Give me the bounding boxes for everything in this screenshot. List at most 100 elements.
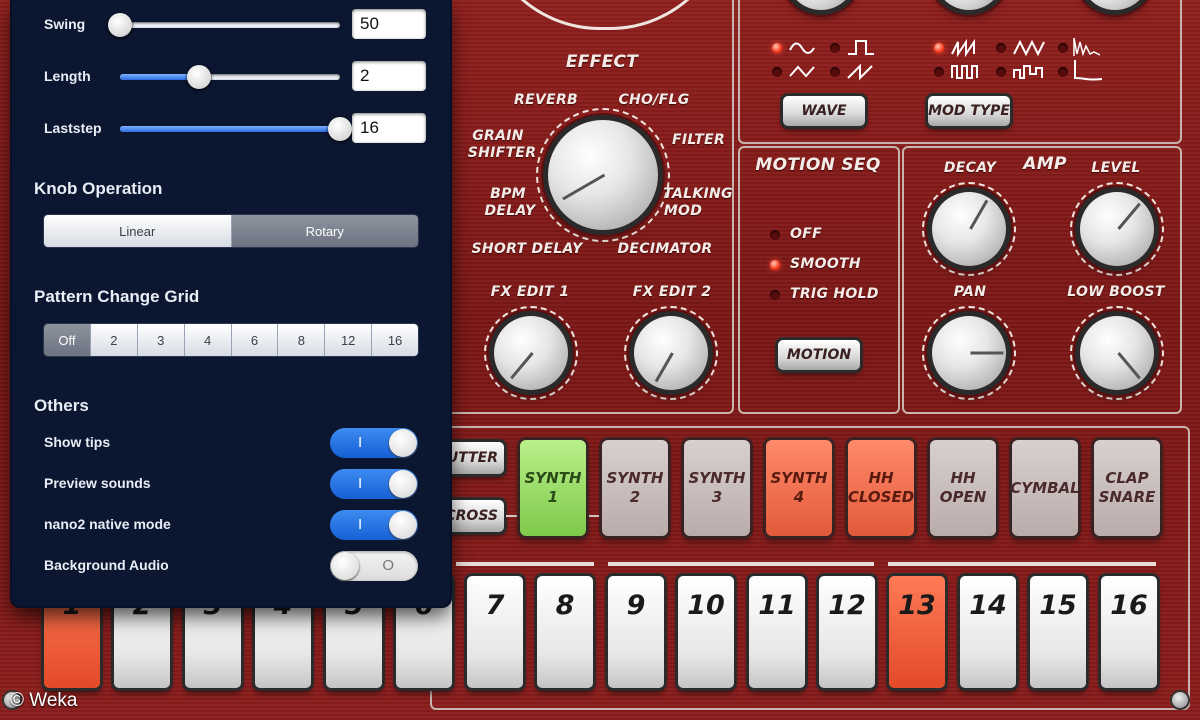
fx-edit-1-label: FX EDIT 1: [490, 284, 570, 300]
step-key-7[interactable]: 7: [467, 576, 523, 688]
stutter-button[interactable]: UTTER: [446, 442, 504, 474]
motion-led-trig-hold[interactable]: [770, 290, 780, 300]
step-key-12[interactable]: 12: [819, 576, 875, 688]
length-label: Length: [44, 68, 91, 84]
pattern-grid-12[interactable]: 12: [325, 324, 373, 356]
low-boost-label: LOW BOOST: [1067, 284, 1165, 300]
step-key-16[interactable]: 16: [1101, 576, 1157, 688]
effect-bpm-label-1[interactable]: BPM: [490, 186, 526, 202]
nano2-native-mode-toggle[interactable]: I: [330, 510, 418, 540]
pattern-change-grid-heading: Pattern Change Grid: [34, 287, 200, 306]
step-key-13[interactable]: 13: [889, 576, 945, 688]
swing-slider-thumb[interactable]: [108, 13, 132, 37]
motion-smooth-label[interactable]: SMOOTH: [790, 256, 861, 272]
laststep-value-field[interactable]: 16: [352, 113, 426, 143]
watermark: © Weka: [10, 690, 78, 711]
mod-led-4[interactable]: [934, 67, 944, 77]
step-key-8[interactable]: 8: [537, 576, 593, 688]
amp-title: AMP: [1023, 154, 1067, 174]
pattern-grid-6[interactable]: 6: [231, 324, 279, 356]
mod-led-5[interactable]: [996, 67, 1006, 77]
knob-operation-heading: Knob Operation: [34, 179, 163, 198]
step-key-15[interactable]: 15: [1030, 576, 1086, 688]
length-slider[interactable]: [120, 65, 340, 89]
toggle-knob: [389, 429, 417, 457]
laststep-slider-thumb[interactable]: [328, 117, 352, 141]
part-link-line-2: [588, 515, 600, 517]
effect-talking-label-2[interactable]: MOD: [664, 203, 702, 219]
effect-choflg-label[interactable]: CHO/FLG: [618, 92, 689, 108]
length-value-field[interactable]: 2: [352, 61, 426, 91]
step-key-14[interactable]: 14: [960, 576, 1016, 688]
knob-operation-rotary[interactable]: Rotary: [231, 215, 418, 247]
decay-knob[interactable]: [932, 192, 1006, 266]
toggle-knob: [389, 511, 417, 539]
pattern-grid-off[interactable]: Off: [44, 324, 91, 356]
step-key-10[interactable]: 10: [678, 576, 734, 688]
fx-edit-2-knob[interactable]: [634, 316, 708, 390]
toggle-on-mark: I: [358, 434, 363, 451]
effect-grain-label-1[interactable]: GRAIN: [472, 128, 524, 144]
part-pad-synth-4[interactable]: SYNTH 4: [766, 440, 832, 536]
mod-led-6[interactable]: [1058, 67, 1068, 77]
part-pad-clap-snare[interactable]: CLAP SNARE: [1094, 440, 1160, 536]
mod-led-3[interactable]: [1058, 43, 1068, 53]
motion-led-smooth[interactable]: [770, 260, 780, 270]
pattern-grid-8[interactable]: 8: [278, 324, 326, 356]
low-boost-knob[interactable]: [1080, 316, 1154, 390]
mod-led-2[interactable]: [996, 43, 1006, 53]
mod-type-button[interactable]: MOD TYPE: [928, 96, 1010, 126]
motion-trig-hold-label[interactable]: TRIG HOLD: [790, 286, 879, 302]
show-tips-toggle[interactable]: I: [330, 428, 418, 458]
pan-knob[interactable]: [932, 316, 1006, 390]
part-pad-hh-closed[interactable]: HH CLOSED: [848, 440, 914, 536]
toggle-knob: [331, 552, 359, 580]
effect-selector-knob[interactable]: [548, 120, 658, 230]
effect-talking-label-1[interactable]: TALKING: [663, 186, 733, 202]
knob-operation-linear[interactable]: Linear: [44, 215, 232, 247]
wave-led-ramp[interactable]: [830, 67, 840, 77]
effect-title: EFFECT: [565, 52, 639, 72]
wave-led-square[interactable]: [830, 43, 840, 53]
laststep-slider[interactable]: [120, 117, 352, 141]
motion-led-off[interactable]: [770, 230, 780, 240]
noise-mod-icon: [1073, 37, 1101, 57]
swing-slider[interactable]: [108, 13, 340, 37]
wave-led-triangle[interactable]: [772, 67, 782, 77]
part-pad-cymbal[interactable]: CYMBAL: [1010, 440, 1080, 536]
pattern-grid-4[interactable]: 4: [184, 324, 232, 356]
mod-led-1[interactable]: [934, 43, 944, 53]
part-pad-synth-1[interactable]: SYNTH 1: [520, 440, 586, 536]
fx-edit-1-knob[interactable]: [494, 316, 568, 390]
motion-off-label[interactable]: OFF: [790, 226, 822, 242]
wave-button[interactable]: WAVE: [783, 96, 865, 126]
swing-value-field[interactable]: 50: [352, 9, 426, 39]
pattern-grid-2[interactable]: 2: [90, 324, 138, 356]
level-knob[interactable]: [1080, 192, 1154, 266]
part-pad-synth-3[interactable]: SYNTH 3: [684, 440, 750, 536]
effect-decimator-label[interactable]: DECIMATOR: [617, 241, 712, 257]
step-key-9[interactable]: 9: [608, 576, 664, 688]
motion-button[interactable]: MOTION: [778, 340, 860, 370]
effect-reverb-label[interactable]: REVERB: [514, 92, 578, 108]
part-pad-synth-2[interactable]: SYNTH 2: [602, 440, 668, 536]
cross-button[interactable]: CROSS: [445, 500, 504, 532]
step-key-11[interactable]: 11: [749, 576, 805, 688]
triangle-wave-icon: [789, 65, 815, 78]
effect-bpm-label-2[interactable]: DELAY: [485, 203, 536, 219]
others-heading: Others: [34, 396, 89, 415]
effect-filter-label[interactable]: FILTER: [672, 132, 725, 148]
background-audio-toggle[interactable]: O: [330, 551, 418, 581]
sine-wave-icon: [789, 42, 815, 54]
wave-led-saw[interactable]: [772, 43, 782, 53]
step-group-bar-3: [888, 562, 1156, 566]
length-slider-thumb[interactable]: [187, 65, 212, 89]
effect-grain-label-2[interactable]: SHIFTER: [468, 145, 537, 161]
ramp-wave-icon: [847, 63, 873, 81]
pattern-grid-16[interactable]: 16: [372, 324, 418, 356]
part-pad-hh-open[interactable]: HH OPEN: [930, 440, 996, 536]
pattern-grid-3[interactable]: 3: [137, 324, 185, 356]
preview-sounds-toggle[interactable]: I: [330, 469, 418, 499]
effect-short-delay-label[interactable]: SHORT DELAY: [471, 241, 582, 257]
background-audio-label: Background Audio: [44, 557, 169, 573]
